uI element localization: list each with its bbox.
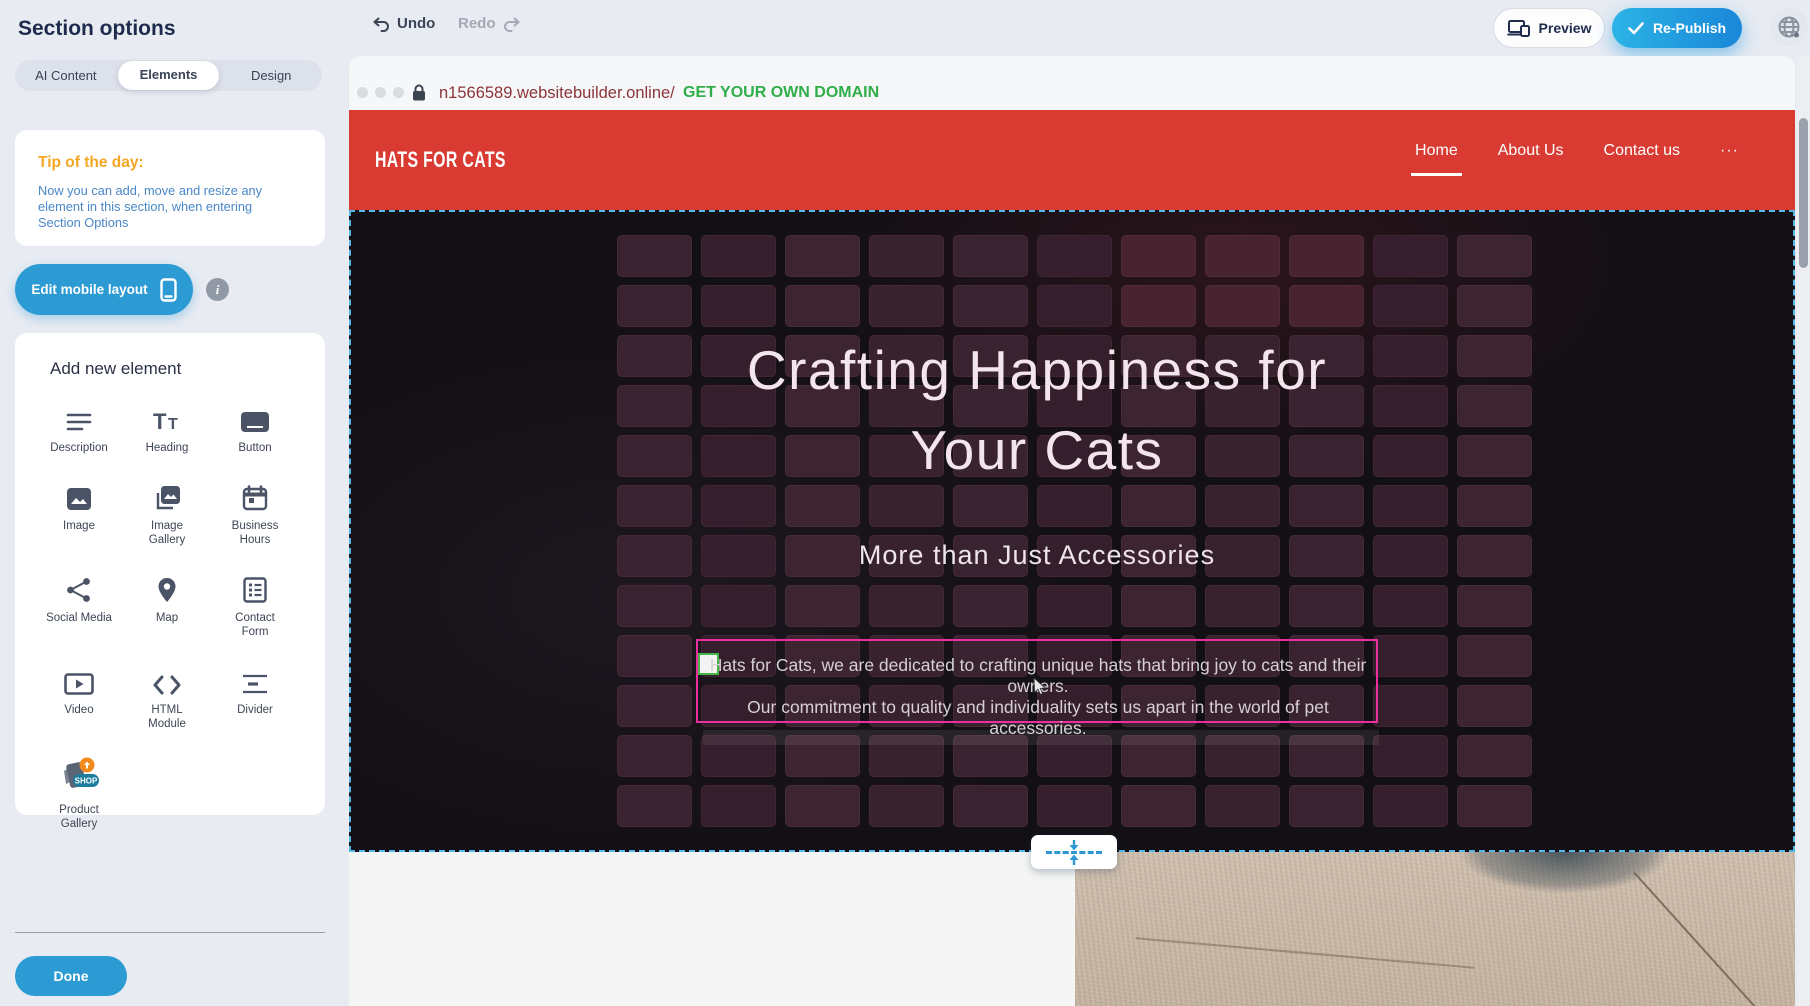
site-header[interactable]: HATS FOR CATS Home About Us Contact us ·…: [349, 110, 1795, 210]
business-hours-icon: [242, 481, 268, 511]
add-new-element-title: Add new element: [50, 359, 181, 379]
divider-icon: [241, 665, 269, 695]
element-image-gallery[interactable]: Image Gallery: [125, 481, 209, 547]
element-contact-form[interactable]: Contact Form: [213, 573, 297, 639]
preview-label: Preview: [1539, 20, 1592, 36]
language-globe-button[interactable]: [1770, 8, 1808, 46]
browser-dots-icon: [357, 87, 404, 98]
site-url[interactable]: n1566589.websitebuilder.online/: [439, 84, 675, 103]
html-module-icon: [152, 665, 182, 695]
app-root: Section options Undo Redo Preview Re-Pub…: [0, 0, 1810, 1006]
hero-subheading[interactable]: More than Just Accessories: [387, 540, 1687, 571]
page-title: Section options: [18, 17, 176, 41]
element-heading[interactable]: TT Heading: [125, 403, 209, 455]
image-gallery-icon: [153, 481, 181, 511]
redo-button[interactable]: Redo: [458, 15, 521, 32]
undo-button[interactable]: Undo: [372, 15, 435, 32]
map-pin-icon: [157, 573, 177, 603]
button-icon: [240, 403, 270, 433]
description-icon: [65, 403, 93, 433]
browser-bar: n1566589.websitebuilder.online/ GET YOUR…: [349, 56, 1795, 110]
tip-title: Tip of the day:: [38, 154, 144, 172]
edit-mobile-layout-label: Edit mobile layout: [31, 282, 147, 297]
element-button[interactable]: Button: [213, 403, 297, 455]
mobile-phone-icon: [160, 278, 177, 302]
video-icon: [64, 665, 94, 695]
element-grid: Description TT Heading Button Image: [37, 403, 303, 831]
add-new-element-panel: Add new element Description TT Heading B…: [15, 333, 325, 815]
scrollbar-thumb[interactable]: [1799, 118, 1808, 268]
tip-body: Now you can add, move and resize any ele…: [38, 183, 298, 231]
site-logo[interactable]: HATS FOR CATS: [375, 147, 506, 173]
element-social-media[interactable]: Social Media: [37, 573, 121, 639]
undo-label: Undo: [397, 15, 435, 32]
republish-label: Re-Publish: [1653, 20, 1726, 36]
next-section[interactable]: [349, 852, 1795, 1006]
product-gallery-icon: SHOP: [56, 757, 102, 795]
element-description[interactable]: Description: [37, 403, 121, 455]
tab-design[interactable]: Design: [220, 62, 322, 89]
svg-text:T: T: [168, 416, 178, 433]
redo-label: Redo: [458, 15, 496, 32]
get-domain-link[interactable]: GET YOUR OWN DOMAIN: [683, 84, 879, 102]
pavement-image: [1075, 852, 1795, 1006]
scrollbar-track[interactable]: [1797, 56, 1810, 1006]
arrow-up-icon: [1067, 854, 1081, 865]
globe-icon: [1776, 14, 1802, 40]
section-resize-handle[interactable]: [1031, 835, 1117, 869]
lock-icon: [412, 84, 426, 101]
nav-more-button[interactable]: ···: [1720, 142, 1739, 170]
sidebar-divider: [15, 932, 325, 933]
element-product-gallery[interactable]: SHOP Product Gallery: [37, 757, 121, 831]
hero-heading[interactable]: Crafting Happiness for Your Cats: [387, 330, 1687, 490]
devices-icon: [1507, 19, 1531, 37]
arrow-down-icon: [1067, 840, 1081, 851]
undo-icon: [372, 16, 390, 32]
svg-text:SHOP: SHOP: [75, 777, 98, 786]
social-media-icon: [66, 573, 92, 603]
redo-icon: [503, 16, 521, 32]
element-business-hours[interactable]: Business Hours: [213, 481, 297, 547]
element-video[interactable]: Video: [37, 665, 121, 731]
republish-button[interactable]: Re-Publish: [1612, 8, 1742, 48]
nav-item-contact-us[interactable]: Contact us: [1604, 142, 1680, 170]
heading-icon: TT: [152, 403, 182, 433]
hero-section[interactable]: Crafting Happiness for Your Cats More th…: [349, 210, 1795, 852]
nav-item-about-us[interactable]: About Us: [1498, 142, 1564, 170]
nav-item-home[interactable]: Home: [1415, 142, 1458, 170]
sidebar-tabs: AI Content Elements Design: [15, 60, 322, 91]
website-canvas: n1566589.websitebuilder.online/ GET YOUR…: [349, 56, 1810, 1006]
contact-form-icon: [243, 573, 267, 603]
element-divider[interactable]: Divider: [213, 665, 297, 731]
description-shadow-strip: [703, 730, 1379, 745]
element-image[interactable]: Image: [37, 481, 121, 547]
mouse-cursor-icon: [1033, 677, 1047, 695]
edit-mobile-layout-button[interactable]: Edit mobile layout: [15, 264, 193, 315]
image-icon: [66, 481, 92, 511]
svg-text:T: T: [153, 409, 167, 433]
site-nav: Home About Us Contact us ···: [1415, 142, 1739, 170]
tab-elements[interactable]: Elements: [118, 61, 220, 90]
tip-of-the-day-card: Tip of the day: Now you can add, move an…: [15, 130, 325, 246]
done-button[interactable]: Done: [15, 956, 127, 996]
info-icon[interactable]: i: [206, 278, 229, 301]
element-html-module[interactable]: HTML Module: [125, 665, 209, 731]
element-map[interactable]: Map: [125, 573, 209, 639]
hero-description-text: Hats for Cats, we are dedicated to craft…: [708, 655, 1368, 739]
check-icon: [1628, 22, 1644, 35]
tab-ai-content[interactable]: AI Content: [15, 62, 117, 89]
preview-button[interactable]: Preview: [1493, 8, 1605, 48]
